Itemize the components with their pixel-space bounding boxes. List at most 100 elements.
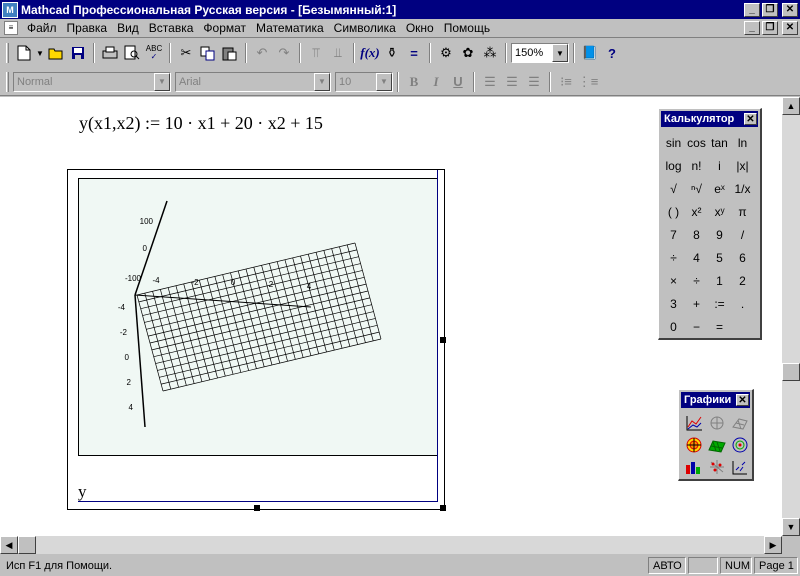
style-dropdown-icon[interactable]: ▼	[154, 72, 170, 91]
help-icon[interactable]: ?	[601, 42, 623, 64]
calculator-close-icon[interactable]: ✕	[744, 113, 757, 125]
menu-window[interactable]: Окно	[401, 21, 439, 35]
calculator-key[interactable]: ⁿ√	[685, 177, 708, 200]
menu-edit[interactable]: Правка	[62, 21, 113, 35]
calculator-key[interactable]: :=	[708, 292, 731, 315]
calculate-icon[interactable]: =	[403, 42, 425, 64]
bold-button[interactable]: B	[403, 71, 425, 93]
calculator-key[interactable]: /	[731, 223, 754, 246]
mathcad-app-icon[interactable]: M	[2, 1, 18, 18]
doc-restore-button[interactable]: ❐	[762, 21, 778, 35]
minimize-button[interactable]: _	[744, 2, 760, 17]
calculator-key[interactable]: ×	[662, 269, 685, 292]
save-icon[interactable]	[67, 42, 89, 64]
italic-button[interactable]: I	[425, 71, 447, 93]
calculator-key[interactable]: sin	[662, 131, 685, 154]
calculator-titlebar[interactable]: Калькулятор ✕	[661, 111, 758, 127]
insert-component-icon[interactable]: ⚙	[435, 42, 457, 64]
vertical-scroll-thumb[interactable]	[782, 363, 800, 381]
calculator-key[interactable]: |x|	[731, 154, 754, 177]
redo-icon[interactable]: ↷	[273, 42, 295, 64]
align-left-icon[interactable]: ☰	[479, 71, 501, 93]
underline-button[interactable]: U	[447, 71, 469, 93]
calculator-key[interactable]: ÷	[685, 269, 708, 292]
calculator-key[interactable]: x²	[685, 200, 708, 223]
resize-handle-bottom[interactable]	[254, 505, 260, 511]
align-center-icon[interactable]: ☰	[501, 71, 523, 93]
calculator-key[interactable]: −	[685, 315, 708, 338]
menu-view[interactable]: Вид	[112, 21, 144, 35]
restore-button[interactable]: ❐	[762, 2, 778, 17]
menu-math[interactable]: Математика	[251, 21, 329, 35]
calculator-key[interactable]: 1/x	[731, 177, 754, 200]
zoom-select[interactable]: 150% ▼	[511, 43, 569, 63]
calculator-key[interactable]: =	[708, 315, 731, 338]
calculator-key[interactable]: i	[708, 154, 731, 177]
scroll-up-icon[interactable]: ▲	[782, 97, 800, 115]
calculator-key[interactable]: log	[662, 154, 685, 177]
vector-field-plot-icon[interactable]	[682, 456, 705, 478]
calculator-key[interactable]: 4	[685, 246, 708, 269]
horizontal-scrollbar[interactable]: ◀ ▶	[0, 536, 782, 554]
copy-icon[interactable]	[197, 42, 219, 64]
align-across-icon[interactable]: ⫪	[305, 42, 327, 64]
document-icon[interactable]: ≡	[4, 21, 18, 35]
print-icon[interactable]	[99, 42, 121, 64]
paste-icon[interactable]	[219, 42, 241, 64]
scroll-left-icon[interactable]: ◀	[0, 536, 18, 554]
calculator-key[interactable]: 7	[662, 223, 685, 246]
bullet-list-icon[interactable]: ⁝≡	[555, 71, 577, 93]
open-folder-icon[interactable]	[45, 42, 67, 64]
xy-plot-icon[interactable]	[682, 412, 705, 434]
resize-handle-corner[interactable]	[440, 505, 446, 511]
close-button[interactable]: ✕	[782, 2, 798, 17]
menu-help[interactable]: Помощь	[439, 21, 495, 35]
calculator-key[interactable]: 6	[731, 246, 754, 269]
calculator-key[interactable]: cos	[685, 131, 708, 154]
toolbar-grip[interactable]	[6, 71, 9, 92]
network-icon[interactable]: ⁂	[479, 42, 501, 64]
bar-chart-icon[interactable]	[705, 456, 728, 478]
surface-plot-icon[interactable]	[728, 412, 751, 434]
scatter-plot-icon[interactable]	[728, 456, 751, 478]
menu-format[interactable]: Формат	[198, 21, 251, 35]
graphs-close-icon[interactable]: ✕	[736, 394, 749, 406]
calculator-key[interactable]: tan	[708, 131, 731, 154]
insert-function-icon[interactable]: f(x)	[359, 42, 381, 64]
menu-insert[interactable]: Вставка	[144, 21, 199, 35]
calculator-key[interactable]: .	[731, 292, 754, 315]
polar-plot-icon[interactable]	[705, 412, 728, 434]
size-select[interactable]: 10 ▼	[335, 71, 393, 92]
graphs-palette[interactable]: Графики ✕	[678, 389, 754, 481]
calculator-key[interactable]: 2	[731, 269, 754, 292]
calculator-key[interactable]: ÷	[662, 246, 685, 269]
calculator-key[interactable]: 3	[662, 292, 685, 315]
surface-plot-area[interactable]: 100 0 -100 -4 -2 0 2 4 -4 -2 0 2 4	[78, 178, 438, 456]
calculator-key[interactable]: ln	[731, 131, 754, 154]
menu-symbolics[interactable]: Символика	[329, 21, 401, 35]
scatter-3d-plot-icon[interactable]	[728, 434, 751, 456]
calculator-key[interactable]: +	[685, 292, 708, 315]
plot-placeholder-label[interactable]: y	[78, 482, 87, 502]
horizontal-scroll-thumb[interactable]	[18, 536, 36, 554]
numbered-list-icon[interactable]: ⋮≡	[577, 71, 599, 93]
toolbar-grip[interactable]	[6, 43, 9, 63]
doc-minimize-button[interactable]: _	[744, 21, 760, 35]
resize-handle-right[interactable]	[440, 337, 446, 343]
insert-unit-icon[interactable]: ⚱	[381, 42, 403, 64]
contour-plot-icon[interactable]	[682, 434, 705, 456]
calculator-key[interactable]: 0	[662, 315, 685, 338]
calculator-key[interactable]: eˣ	[708, 177, 731, 200]
align-down-icon[interactable]: ⫫	[327, 42, 349, 64]
font-dropdown-icon[interactable]: ▼	[314, 72, 330, 91]
cut-icon[interactable]: ✂	[175, 42, 197, 64]
resource-center-icon[interactable]: 📘	[579, 42, 601, 64]
font-select[interactable]: Arial ▼	[175, 71, 331, 92]
calculator-key[interactable]: 5	[708, 246, 731, 269]
calculator-key[interactable]: √	[662, 177, 685, 200]
undo-icon[interactable]: ↶	[251, 42, 273, 64]
resources-icon[interactable]: ✿	[457, 42, 479, 64]
calculator-palette[interactable]: Калькулятор ✕ sin cos tan ln log n! i |x| √ ⁿ√ eˣ 1…	[658, 108, 762, 340]
style-select[interactable]: Normal ▼	[13, 71, 171, 92]
surface-plot-region[interactable]: 100 0 -100 -4 -2 0 2 4 -4 -2 0 2 4 y	[67, 169, 446, 511]
